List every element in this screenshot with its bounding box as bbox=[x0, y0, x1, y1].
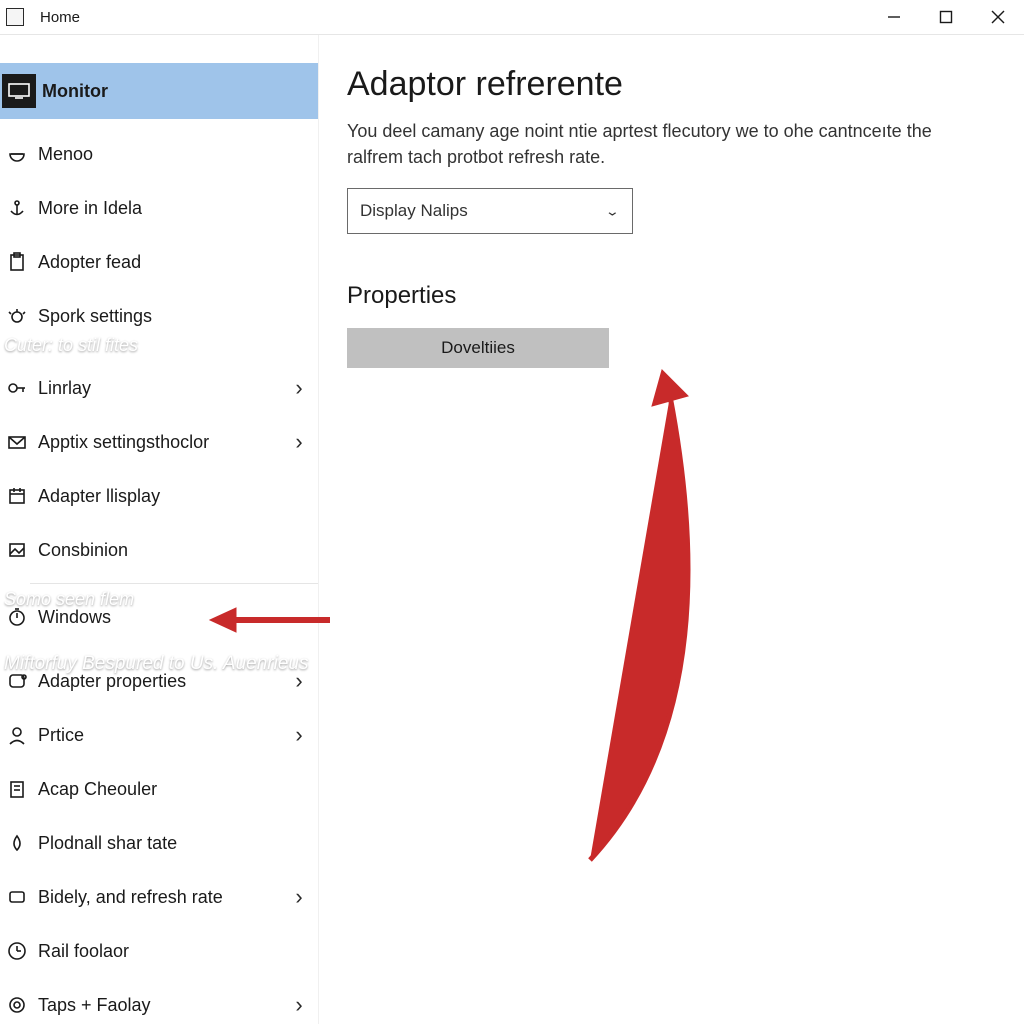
sidebar-item-spork-settings[interactable]: Spork settings bbox=[0, 289, 318, 343]
ring-icon bbox=[6, 994, 28, 1016]
page-title: Adaptor refrerente bbox=[347, 65, 996, 104]
sidebar-item-plodnall[interactable]: Plodnall shar tate bbox=[0, 816, 318, 870]
sidebar-item-monitor[interactable]: Monitor bbox=[0, 63, 318, 119]
board-icon bbox=[6, 778, 28, 800]
anchor-icon bbox=[6, 197, 28, 219]
chevron-right-icon: › bbox=[290, 884, 308, 910]
maximize-button[interactable] bbox=[920, 0, 972, 34]
close-button[interactable] bbox=[972, 0, 1024, 34]
sidebar-item-linrlay[interactable]: Linrlay › bbox=[0, 361, 318, 415]
chevron-right-icon: › bbox=[290, 375, 308, 401]
chevron-down-icon: ⌄ bbox=[605, 204, 620, 219]
content-area: Adaptor refrerente You deel camany age n… bbox=[319, 35, 1024, 1024]
close-icon bbox=[991, 10, 1005, 24]
timer-icon bbox=[6, 606, 28, 628]
sidebar-item-label: Bidely, and refresh rate bbox=[38, 887, 290, 908]
sidebar-item-prtice[interactable]: Prtice › bbox=[0, 708, 318, 762]
sidebar-item-adapter-properties[interactable]: Adapter properties › bbox=[0, 654, 318, 708]
sidebar-item-label: Taps + Faolay bbox=[38, 995, 290, 1016]
sidebar-item-label: Consbinion bbox=[38, 540, 308, 561]
sidebar-item-label: More in Idela bbox=[38, 198, 308, 219]
page-description: You deel camany age noint ntie aprtest f… bbox=[347, 118, 987, 170]
chevron-right-icon: › bbox=[290, 668, 308, 694]
maximize-icon bbox=[939, 10, 953, 24]
envelope-icon bbox=[6, 431, 28, 453]
properties-heading: Properties bbox=[347, 282, 996, 310]
key-icon bbox=[6, 377, 28, 399]
sidebar-item-label: Apptix settingsthoclor bbox=[38, 432, 290, 453]
sidebar-item-refresh-rate[interactable]: Bidely, and refresh rate › bbox=[0, 870, 318, 924]
sidebar-item-label: Menoo bbox=[38, 144, 308, 165]
minimize-icon bbox=[887, 10, 901, 24]
bug-icon bbox=[6, 305, 28, 327]
sidebar-item-label: Adapter llisplay bbox=[38, 486, 308, 507]
image-icon bbox=[6, 539, 28, 561]
clock-icon bbox=[6, 940, 28, 962]
sidebar-item-label: Linrlay bbox=[38, 378, 290, 399]
sidebar-item-label: Acap Cheouler bbox=[38, 779, 308, 800]
monitor-icon bbox=[2, 74, 36, 108]
chevron-right-icon: › bbox=[290, 992, 308, 1018]
chevron-right-icon: › bbox=[290, 429, 308, 455]
sidebar-separator bbox=[30, 583, 318, 584]
clipboard-icon bbox=[6, 251, 28, 273]
titlebar: Home bbox=[0, 0, 1024, 35]
sidebar-item-label: Adapter properties bbox=[38, 671, 290, 692]
sidebar: Monitor Menoo More in Idela Adopter fead… bbox=[0, 35, 319, 1024]
properties-button[interactable]: Doveltiies bbox=[347, 328, 609, 368]
sidebar-item-consbinion[interactable]: Consbinion bbox=[0, 523, 318, 577]
sidebar-item-label: Windows bbox=[38, 607, 308, 628]
sidebar-item-label: Rail foolaor bbox=[38, 941, 308, 962]
sidebar-item-rail-foolaor[interactable]: Rail foolaor bbox=[0, 924, 318, 978]
sidebar-item-taps-faolay[interactable]: Taps + Faolay › bbox=[0, 978, 318, 1024]
display-select[interactable]: Display Nalips ⌄ bbox=[347, 188, 633, 234]
calendar-icon bbox=[6, 485, 28, 507]
sidebar-item-label: Prtice bbox=[38, 725, 290, 746]
device-icon bbox=[6, 670, 28, 692]
properties-button-label: Doveltiies bbox=[441, 338, 515, 358]
drop-icon bbox=[6, 832, 28, 854]
person-icon bbox=[6, 724, 28, 746]
sidebar-item-adopter-fead[interactable]: Adopter fead bbox=[0, 235, 318, 289]
app-icon bbox=[6, 8, 24, 26]
sidebar-item-apptix[interactable]: Apptix settingsthoclor › bbox=[0, 415, 318, 469]
minimize-button[interactable] bbox=[868, 0, 920, 34]
sidebar-item-adapter-display[interactable]: Adapter llisplay bbox=[0, 469, 318, 523]
sidebar-item-label: Adopter fead bbox=[38, 252, 308, 273]
sidebar-item-label: Plodnall shar tate bbox=[38, 833, 308, 854]
rect-icon bbox=[6, 886, 28, 908]
sidebar-item-windows[interactable]: Windows bbox=[0, 590, 318, 644]
sidebar-item-menoo[interactable]: Menoo bbox=[0, 127, 318, 181]
sidebar-item-label: Spork settings bbox=[38, 306, 308, 327]
chevron-right-icon: › bbox=[290, 722, 308, 748]
sidebar-item-more-idela[interactable]: More in Idela bbox=[0, 181, 318, 235]
display-select-value: Display Nalips bbox=[360, 201, 468, 221]
bowl-icon bbox=[6, 143, 28, 165]
sidebar-item-acap-cheouler[interactable]: Acap Cheouler bbox=[0, 762, 318, 816]
sidebar-item-label: Monitor bbox=[42, 81, 308, 102]
titlebar-home[interactable]: Home bbox=[40, 9, 80, 26]
